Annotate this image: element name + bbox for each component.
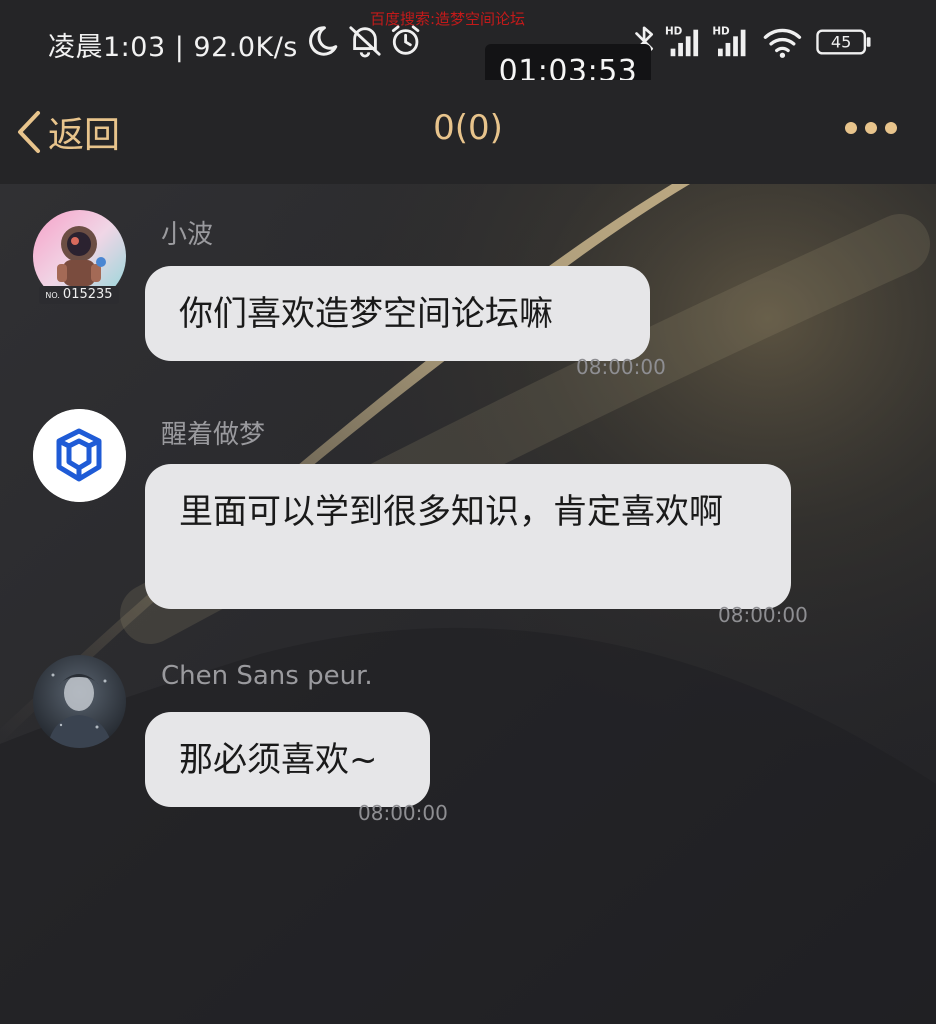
status-icons bbox=[309, 25, 420, 58]
alarm-icon bbox=[391, 25, 420, 55]
svg-text:HD: HD bbox=[665, 25, 683, 37]
message-timestamp: 08:00:00 bbox=[576, 355, 666, 379]
portrait-avatar-icon bbox=[33, 655, 126, 748]
sender-name: Chen Sans peur. bbox=[161, 661, 373, 691]
message-bubble[interactable]: 你们喜欢造梦空间论坛嘛 bbox=[145, 266, 650, 361]
page-title: 0(0) bbox=[433, 108, 503, 148]
moon-icon bbox=[309, 26, 338, 56]
more-icon[interactable] bbox=[844, 116, 898, 140]
status-icons-right: HD HD 45 bbox=[635, 25, 871, 58]
wifi-icon bbox=[763, 28, 802, 58]
message-timestamp: 08:00:00 bbox=[718, 603, 808, 627]
badge-number: NO. 015235 bbox=[39, 286, 119, 304]
message-bubble[interactable]: 里面可以学到很多知识，肯定喜欢啊 bbox=[145, 464, 791, 609]
sender-name: 小波 bbox=[161, 220, 214, 250]
message-timestamp: 08:00:00 bbox=[358, 801, 448, 825]
signal-icon: HD bbox=[665, 25, 699, 57]
signal-icon-2: HD bbox=[712, 25, 746, 57]
message-bubble[interactable]: 那必须喜欢~ bbox=[145, 712, 430, 807]
svg-text:HD: HD bbox=[712, 25, 730, 37]
status-bar: 凌晨1:03 | 92.0K/s 百度搜索:造梦空间论坛 HD HD 45 01… bbox=[0, 0, 936, 99]
avatar[interactable] bbox=[33, 409, 126, 502]
logo-avatar-icon bbox=[33, 409, 126, 502]
chat-area[interactable]: NO. 015235 小波 你们喜欢造梦空间论坛嘛 08:00:00 醒着做梦 里… bbox=[0, 184, 936, 1024]
avatar[interactable] bbox=[33, 655, 126, 748]
status-time: 凌晨1:03 | 92.0K/s bbox=[48, 32, 298, 63]
battery-icon: 45 bbox=[816, 29, 871, 55]
nav-bar: 返回 0(0) bbox=[0, 80, 936, 184]
svg-text:45: 45 bbox=[831, 33, 851, 52]
sender-name: 醒着做梦 bbox=[161, 420, 266, 450]
chat-screen: 凌晨1:03 | 92.0K/s 百度搜索:造梦空间论坛 HD HD 45 01… bbox=[0, 0, 936, 1024]
bell-muted-icon bbox=[349, 26, 381, 58]
